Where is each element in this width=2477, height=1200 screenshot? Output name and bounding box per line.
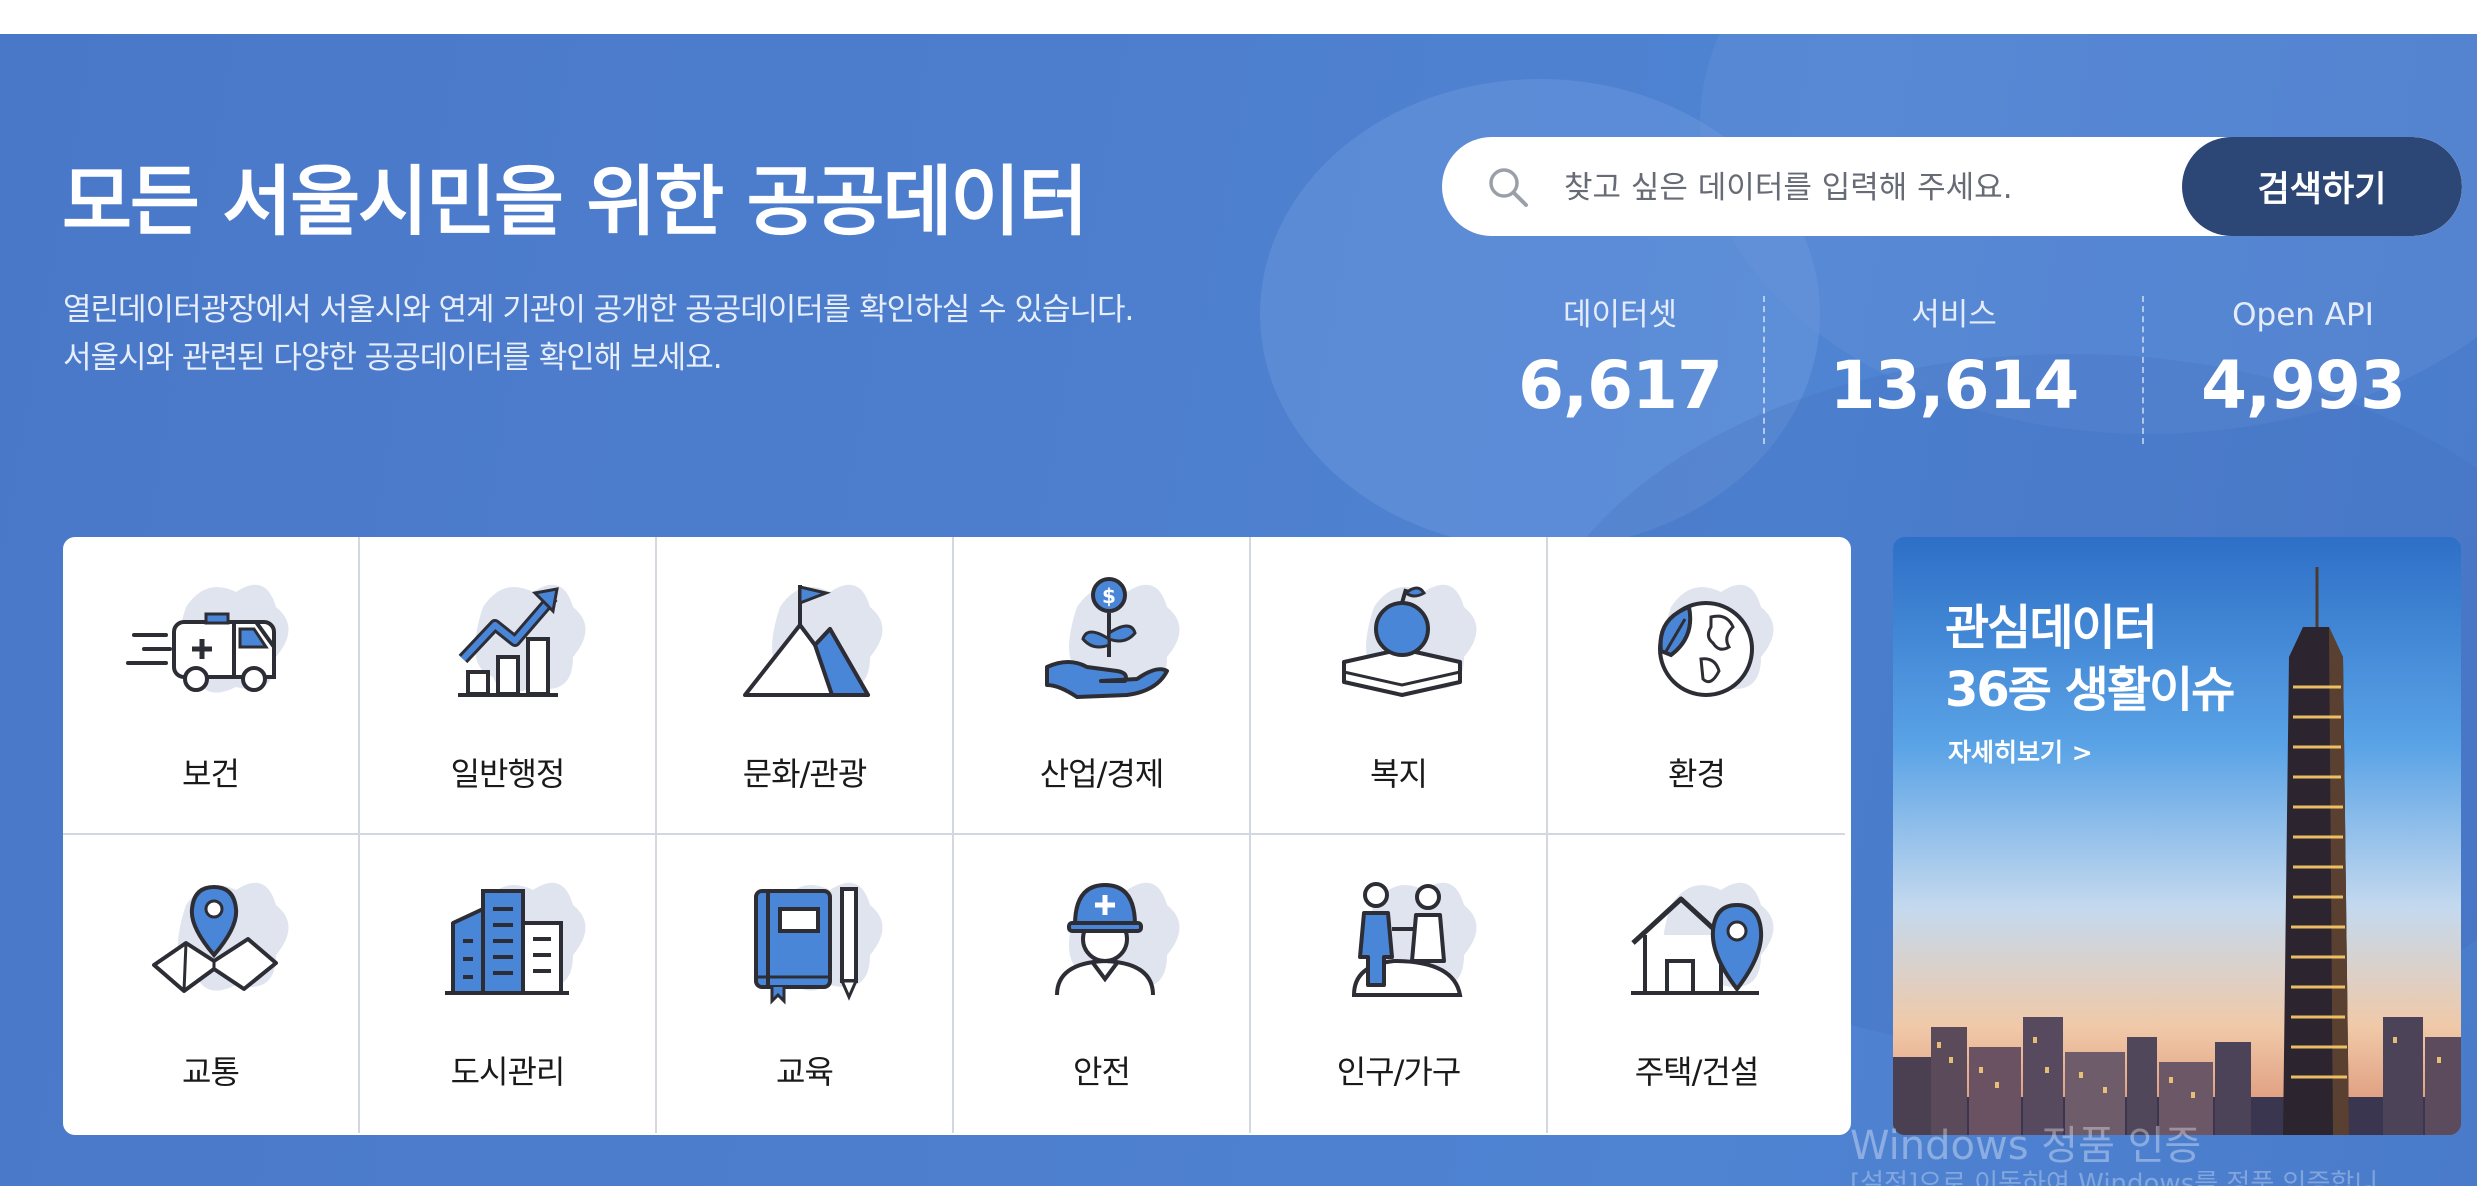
stat-value: 6,617 — [1518, 347, 1723, 424]
category-housing-construction[interactable]: 주택/건설 — [1548, 835, 1845, 1133]
category-label: 보건 — [182, 755, 240, 793]
category-culture-tourism[interactable]: 문화/관광 — [657, 537, 954, 835]
safety-worker-icon — [1055, 882, 1180, 996]
category-health[interactable]: 보건 — [63, 537, 360, 835]
money-plant-hand-icon: $ — [1045, 577, 1180, 699]
featured-data-banner[interactable]: 관심데이터 36종 생활이슈 자세히보기 > — [1893, 537, 2461, 1135]
category-safety[interactable]: 안전 — [954, 835, 1251, 1133]
category-label: 복지 — [1370, 755, 1428, 793]
category-label: 안전 — [1073, 1053, 1131, 1091]
search-icon — [1489, 168, 1528, 207]
svg-text:$: $ — [1102, 584, 1116, 608]
category-label: 환경 — [1668, 755, 1726, 793]
category-general-admin[interactable]: 일반행정 — [360, 537, 657, 835]
growth-chart-icon — [458, 584, 586, 697]
search-bar: 검색하기 — [1442, 137, 2462, 236]
mountain-flag-icon — [743, 584, 883, 697]
earth-leaf-icon — [1658, 584, 1774, 697]
top-bar — [0, 0, 2477, 34]
house-pin-icon — [1631, 882, 1774, 995]
stat-value: 13,614 — [1829, 347, 2080, 424]
category-label: 산업/경제 — [1039, 755, 1165, 793]
banner-title: 관심데이터 36종 생활이슈 — [1945, 597, 2235, 721]
category-label: 주택/건설 — [1634, 1053, 1760, 1091]
category-urban-management[interactable]: 도시관리 — [360, 835, 657, 1133]
stat-value: 4,993 — [2201, 347, 2406, 424]
stat-label: Open API — [2232, 297, 2374, 333]
page-title: 모든 서울시민을 위한 공공데이터 — [62, 157, 1088, 246]
stats-panel: 데이터셋 6,617 서비스 13,614 Open API 4,993 — [1460, 290, 2460, 450]
stat-label: 데이터셋 — [1562, 297, 1678, 333]
windows-activation-watermark-sub: [설정]으로 이동하여 Windows를 정품 인증합니 — [1850, 1169, 2379, 1199]
category-grid: 보건 일반행정 문화/관광 $ 산업/경제 복지 환경 교통 도시관리 교육 안… — [63, 537, 1851, 1135]
map-pin-icon — [152, 882, 289, 993]
category-label: 교통 — [182, 1053, 240, 1091]
hero-description-line: 서울시와 관련된 다양한 공공데이터를 확인해 보세요. — [63, 340, 723, 376]
category-industry-economy[interactable]: $ 산업/경제 — [954, 537, 1251, 835]
stat-datasets[interactable]: 데이터셋 6,617 — [1460, 290, 1780, 432]
category-label: 도시관리 — [450, 1053, 566, 1091]
category-welfare[interactable]: 복지 — [1251, 537, 1548, 835]
ambulance-icon — [126, 584, 289, 693]
category-label: 문화/관광 — [742, 755, 868, 793]
book-pencil-icon — [754, 882, 883, 1005]
banner-title-line: 36종 생활이슈 — [1945, 662, 2235, 718]
banner-title-line: 관심데이터 — [1945, 600, 2158, 656]
search-button[interactable]: 검색하기 — [2182, 137, 2462, 236]
family-people-icon — [1351, 882, 1477, 997]
city-buildings-icon — [445, 882, 586, 995]
apple-book-icon — [1342, 584, 1477, 697]
category-label: 인구/가구 — [1336, 1053, 1462, 1091]
stat-open-api[interactable]: Open API 4,993 — [2143, 290, 2463, 432]
hero-description: 열린데이터광장에서 서울시와 연계 기관이 공개한 공공데이터를 확인하실 수 … — [63, 286, 1134, 382]
category-environment[interactable]: 환경 — [1548, 537, 1845, 835]
category-education[interactable]: 교육 — [657, 835, 954, 1133]
stat-label: 서비스 — [1911, 297, 1997, 333]
hero-description-line: 열린데이터광장에서 서울시와 연계 기관이 공개한 공공데이터를 확인하실 수 … — [63, 292, 1134, 328]
category-label: 교육 — [776, 1053, 834, 1091]
category-label: 일반행정 — [450, 755, 566, 793]
category-population-household[interactable]: 인구/가구 — [1251, 835, 1548, 1133]
search-input[interactable] — [1562, 159, 2206, 217]
banner-more-link[interactable]: 자세히보기 > — [1948, 733, 2093, 769]
stat-divider — [1763, 296, 1765, 444]
stat-services[interactable]: 서비스 13,614 — [1794, 290, 2114, 432]
category-transport[interactable]: 교통 — [63, 835, 360, 1133]
